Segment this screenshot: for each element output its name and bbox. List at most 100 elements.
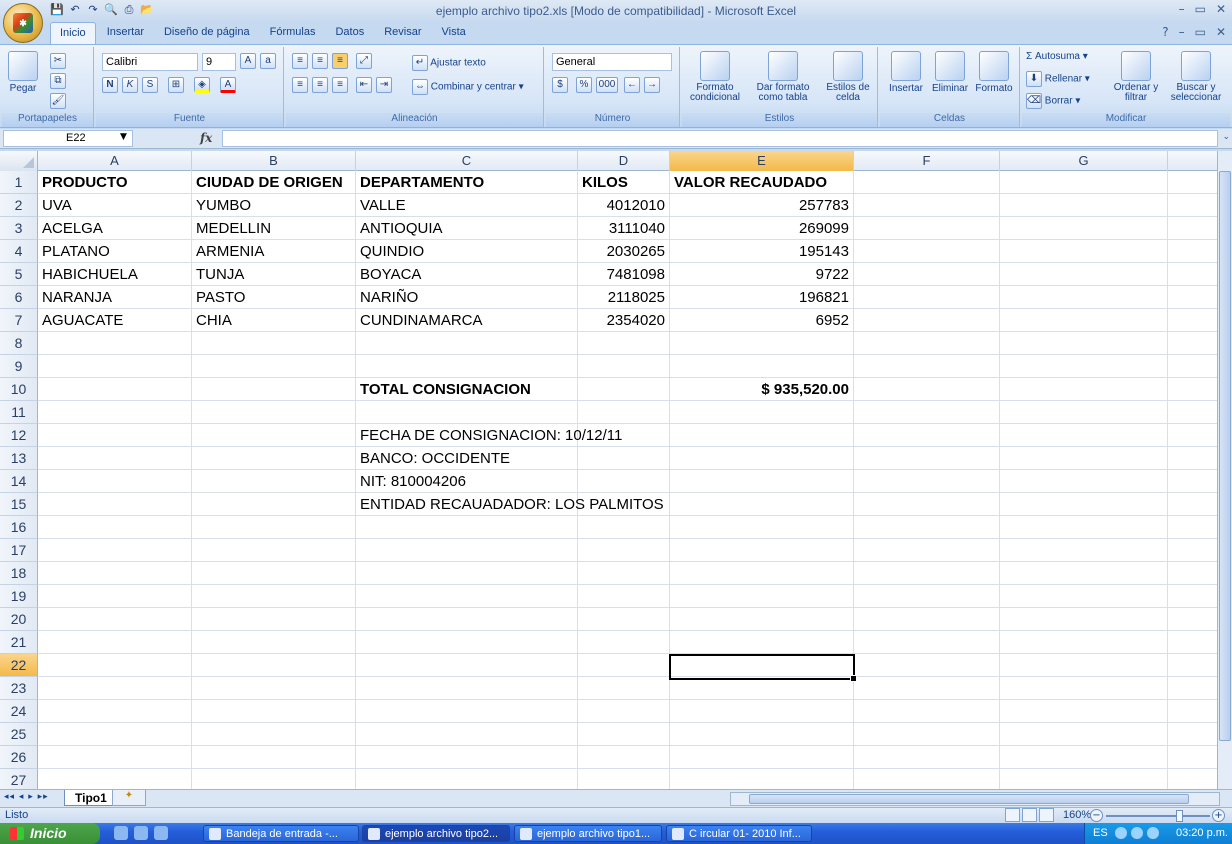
cell-f14[interactable]	[854, 470, 1000, 493]
cell-g18[interactable]	[1000, 562, 1168, 585]
cell-b23[interactable]	[192, 677, 356, 700]
decrease-indent-icon[interactable]: ⇤	[356, 77, 372, 93]
cell-b6[interactable]: PASTO	[192, 286, 356, 309]
font-size-select[interactable]: 9	[202, 53, 236, 71]
copy-icon[interactable]: ⧉	[50, 73, 66, 89]
cell-b27[interactable]	[192, 769, 356, 789]
cell-c24[interactable]	[356, 700, 578, 723]
cell-b12[interactable]	[192, 424, 356, 447]
cell-b11[interactable]	[192, 401, 356, 424]
cell-d2[interactable]: 4012010	[578, 194, 670, 217]
tab-insertar[interactable]: Insertar	[98, 22, 153, 44]
cell-c10[interactable]: TOTAL CONSIGNACION	[356, 378, 578, 401]
formula-input[interactable]	[222, 130, 1218, 147]
cell-a24[interactable]	[38, 700, 192, 723]
cell-g25[interactable]	[1000, 723, 1168, 746]
cell-c4[interactable]: QUINDIO	[356, 240, 578, 263]
zoom-slider-knob[interactable]	[1176, 810, 1183, 822]
align-left-icon[interactable]: ≡	[292, 77, 308, 93]
scroll-thumb[interactable]	[749, 794, 1189, 804]
cell-e1[interactable]: VALOR RECAUDADO	[670, 171, 854, 194]
cell-a25[interactable]	[38, 723, 192, 746]
cell-g22[interactable]	[1000, 654, 1168, 677]
thousands-button[interactable]: 000	[596, 77, 618, 93]
cell-a10[interactable]	[38, 378, 192, 401]
cell-e26[interactable]	[670, 746, 854, 769]
zoom-slider-track[interactable]	[1106, 815, 1210, 817]
cell-e20[interactable]	[670, 608, 854, 631]
cell-e10[interactable]: $ 935,520.00	[670, 378, 854, 401]
volume-icon[interactable]	[1147, 827, 1159, 839]
row-header[interactable]: 14	[0, 470, 38, 493]
font-name-select[interactable]: Calibri	[102, 53, 198, 71]
cell-d13[interactable]	[578, 447, 670, 470]
scroll-thumb[interactable]	[1219, 171, 1231, 741]
cell-e13[interactable]	[670, 447, 854, 470]
office-button[interactable]: ✱	[3, 3, 43, 43]
cell-f20[interactable]	[854, 608, 1000, 631]
cell-c11[interactable]	[356, 401, 578, 424]
increase-indent-icon[interactable]: ⇥	[376, 77, 392, 93]
cell-d1[interactable]: KILOS	[578, 171, 670, 194]
fill-button[interactable]: ⬇ Rellenar ▾	[1026, 71, 1090, 87]
cell-e14[interactable]	[670, 470, 854, 493]
cell-d3[interactable]: 3111040	[578, 217, 670, 240]
cell-b7[interactable]: CHIA	[192, 309, 356, 332]
cell-b19[interactable]	[192, 585, 356, 608]
row-header[interactable]: 19	[0, 585, 38, 608]
fill-color-icon[interactable]: ◈	[194, 77, 210, 93]
cell-e23[interactable]	[670, 677, 854, 700]
cell-b3[interactable]: MEDELLIN	[192, 217, 356, 240]
cell-b8[interactable]	[192, 332, 356, 355]
cell-a1[interactable]: PRODUCTO	[38, 171, 192, 194]
zoom-in-icon[interactable]: +	[1212, 809, 1225, 822]
cell-a27[interactable]	[38, 769, 192, 789]
close-button[interactable]: ✕	[1216, 2, 1226, 16]
cell-e24[interactable]	[670, 700, 854, 723]
cell-e27[interactable]	[670, 769, 854, 789]
format-cells-button[interactable]: Formato	[972, 51, 1016, 94]
cell-a13[interactable]	[38, 447, 192, 470]
cell-c27[interactable]	[356, 769, 578, 789]
row-header[interactable]: 12	[0, 424, 38, 447]
firefox-icon[interactable]	[134, 826, 148, 840]
language-indicator[interactable]: ES	[1093, 827, 1108, 839]
cell-a4[interactable]: PLATANO	[38, 240, 192, 263]
cell-g15[interactable]	[1000, 493, 1168, 516]
cell-c14[interactable]: NIT: 810004206	[356, 470, 578, 493]
cell-d27[interactable]	[578, 769, 670, 789]
cell-g7[interactable]	[1000, 309, 1168, 332]
expand-formula-icon[interactable]: ⌄	[1222, 132, 1230, 142]
cell-c17[interactable]	[356, 539, 578, 562]
orientation-icon[interactable]: ⤢	[356, 53, 372, 69]
cell-f21[interactable]	[854, 631, 1000, 654]
cell-b14[interactable]	[192, 470, 356, 493]
tab-revisar[interactable]: Revisar	[375, 22, 430, 44]
page-break-view-icon[interactable]	[1039, 808, 1054, 822]
row-header[interactable]: 27	[0, 769, 38, 789]
cell-g26[interactable]	[1000, 746, 1168, 769]
doc-restore-button[interactable]: ▭	[1195, 25, 1206, 39]
cell-f27[interactable]	[854, 769, 1000, 789]
row-header[interactable]: 21	[0, 631, 38, 654]
align-bottom-icon[interactable]: ≡	[332, 53, 348, 69]
cell-g14[interactable]	[1000, 470, 1168, 493]
cell-c19[interactable]	[356, 585, 578, 608]
cell-a5[interactable]: HABICHUELA	[38, 263, 192, 286]
cell-b22[interactable]	[192, 654, 356, 677]
insert-cells-button[interactable]: Insertar	[884, 51, 928, 94]
cell-d9[interactable]	[578, 355, 670, 378]
cell-f1[interactable]	[854, 171, 1000, 194]
cell-c5[interactable]: BOYACA	[356, 263, 578, 286]
cell-d5[interactable]: 7481098	[578, 263, 670, 286]
cell-d24[interactable]	[578, 700, 670, 723]
cell-a17[interactable]	[38, 539, 192, 562]
cell-c23[interactable]	[356, 677, 578, 700]
cell-c15[interactable]: ENTIDAD RECAUADADOR: LOS PALMITOS	[356, 493, 664, 516]
cell-c9[interactable]	[356, 355, 578, 378]
insert-sheet-icon[interactable]: ✦	[112, 790, 146, 806]
network-icon[interactable]	[1115, 827, 1127, 839]
insert-function-icon[interactable]: fx	[200, 131, 212, 145]
row-header[interactable]: 10	[0, 378, 38, 401]
cell-c13[interactable]: BANCO: OCCIDENTE	[356, 447, 578, 470]
